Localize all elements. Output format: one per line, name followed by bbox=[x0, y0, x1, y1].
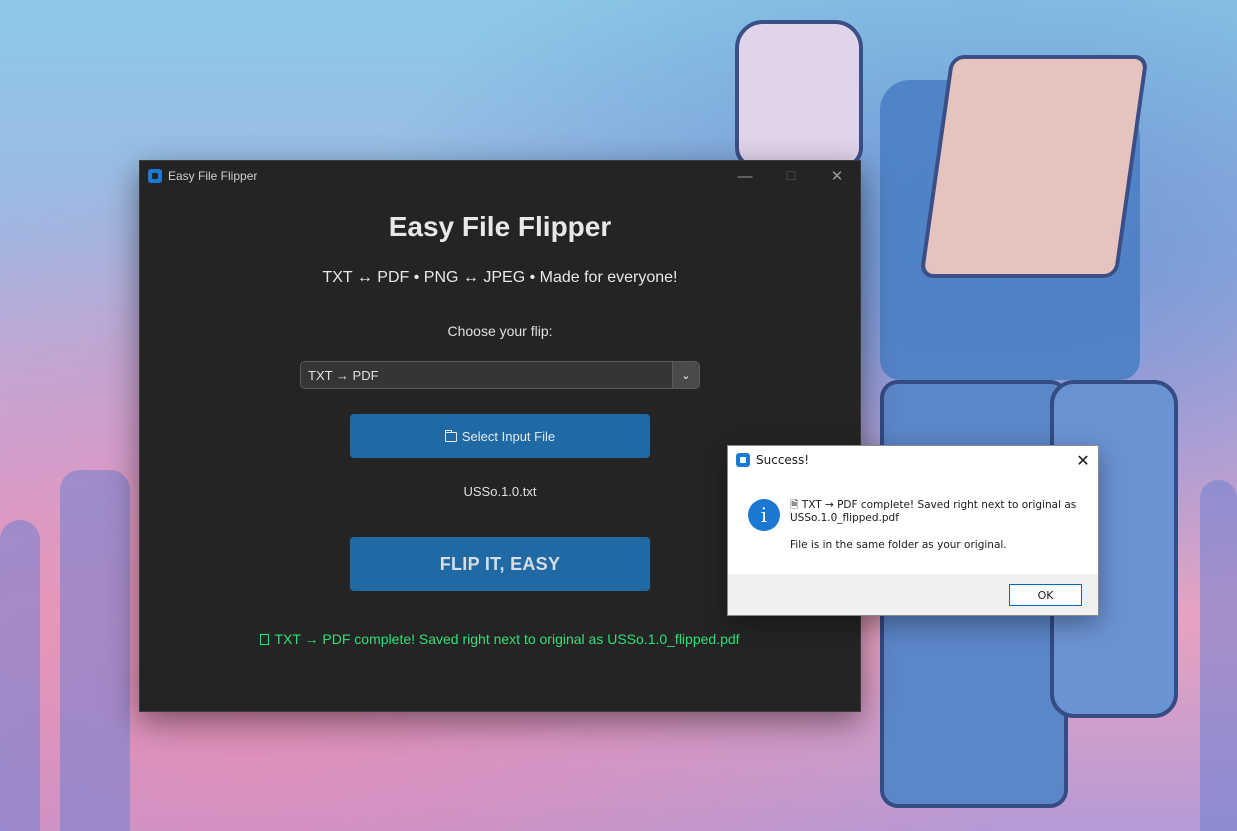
title-bar[interactable]: Easy File Flipper — ☐ ✕ bbox=[140, 161, 860, 191]
dialog-body: i 🗎 TXT → PDF complete! Saved right next… bbox=[728, 474, 1098, 574]
app-icon bbox=[736, 453, 750, 467]
select-input-file-button[interactable]: Select Input File bbox=[350, 414, 650, 458]
success-dialog: Success! ✕ i 🗎 TXT → PDF complete! Saved… bbox=[727, 445, 1099, 616]
dialog-title: Success! bbox=[756, 453, 810, 467]
background-robot-head bbox=[735, 20, 863, 168]
select-input-file-label: Select Input File bbox=[461, 428, 556, 444]
document-icon: 🗎 bbox=[790, 499, 802, 511]
dialog-message: 🗎 TXT → PDF complete! Saved right next t… bbox=[790, 499, 1080, 552]
document-icon bbox=[260, 634, 270, 645]
dialog-footer: OK bbox=[728, 574, 1098, 615]
flip-type-value: TXT → PDF bbox=[308, 367, 379, 383]
app-heading: Easy File Flipper bbox=[388, 211, 612, 242]
folder-icon bbox=[444, 430, 457, 442]
close-button[interactable]: ✕ bbox=[814, 161, 860, 191]
dialog-close-button[interactable]: ✕ bbox=[1068, 451, 1098, 470]
app-subtitle: TXT ↔ PDF • PNG ↔ JPEG • Made for everyo… bbox=[322, 269, 678, 286]
background-tower bbox=[1200, 480, 1237, 831]
chevron-down-icon[interactable]: ⌄ bbox=[672, 362, 699, 388]
maximize-button[interactable]: ☐ bbox=[768, 161, 814, 191]
app-icon bbox=[148, 169, 162, 183]
window-title: Easy File Flipper bbox=[168, 169, 258, 183]
background-tower bbox=[0, 520, 40, 831]
choose-flip-label: Choose your flip: bbox=[447, 323, 553, 339]
dialog-title-bar[interactable]: Success! ✕ bbox=[728, 446, 1098, 474]
background-tower bbox=[60, 470, 130, 831]
status-message: TXT → PDF complete! Saved right next to … bbox=[140, 631, 860, 647]
window-controls: — ☐ ✕ bbox=[722, 161, 860, 191]
dialog-message-line1: TXT → PDF complete! Saved right next to … bbox=[790, 499, 1077, 524]
app-window: Easy File Flipper — ☐ ✕ Easy File Flippe… bbox=[139, 160, 861, 712]
background-robot-shoulder bbox=[919, 55, 1149, 278]
status-text: TXT → PDF complete! Saved right next to … bbox=[274, 631, 740, 647]
dialog-message-line2: File is in the same folder as your origi… bbox=[790, 539, 1007, 551]
ok-button[interactable]: OK bbox=[1009, 584, 1082, 606]
minimize-button[interactable]: — bbox=[722, 161, 768, 191]
flip-button[interactable]: FLIP IT, EASY bbox=[350, 537, 650, 591]
flip-type-dropdown[interactable]: TXT → PDF ⌄ bbox=[300, 361, 700, 389]
info-icon: i bbox=[748, 499, 780, 531]
